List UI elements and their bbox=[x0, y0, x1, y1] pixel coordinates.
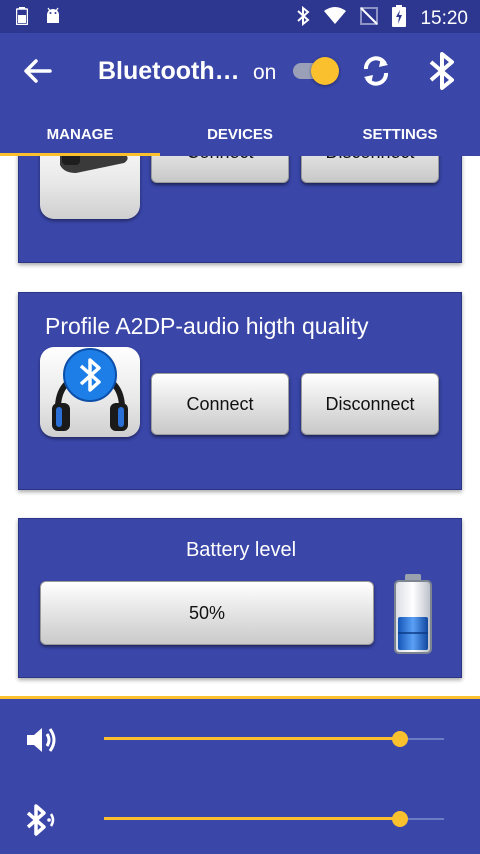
battery-level-bar: 50% bbox=[40, 581, 374, 645]
profile-card-a2dp: Profile A2DP-audio higth quality Connect… bbox=[18, 292, 462, 490]
toggle-thumb bbox=[311, 57, 339, 85]
slider-fill bbox=[104, 817, 400, 820]
battery-level-icon bbox=[391, 573, 435, 655]
android-icon bbox=[44, 7, 62, 30]
profile-card: Connect Disconnect bbox=[18, 156, 462, 263]
refresh-icon[interactable] bbox=[358, 53, 394, 89]
profile-title: Profile A2DP-audio higth quality bbox=[45, 313, 369, 339]
disconnect-button[interactable]: Disconnect bbox=[301, 156, 439, 183]
bluetooth-headphones-icon bbox=[40, 347, 140, 437]
speaker-icon[interactable] bbox=[24, 722, 60, 758]
bluetooth-power-toggle[interactable] bbox=[291, 57, 339, 85]
volume-slider[interactable] bbox=[104, 730, 444, 750]
manage-content[interactable]: Connect Disconnect Profile A2DP-audio hi… bbox=[0, 156, 480, 696]
headset-icon bbox=[40, 156, 140, 219]
app-title: Bluetooth… bbox=[98, 57, 240, 85]
tab-devices[interactable]: DEVICES bbox=[160, 126, 320, 143]
slider-thumb[interactable] bbox=[391, 811, 408, 827]
tab-manage[interactable]: MANAGE bbox=[0, 126, 160, 143]
tab-bar: MANAGE DEVICES SETTINGS bbox=[0, 113, 480, 156]
bluetooth-audio-icon[interactable] bbox=[24, 802, 60, 838]
status-bar: 15:20 bbox=[0, 0, 480, 33]
battery-level-value: 50% bbox=[188, 602, 226, 623]
back-arrow-icon[interactable] bbox=[20, 53, 56, 89]
battery-icon bbox=[15, 7, 29, 30]
bluetooth-icon bbox=[296, 5, 310, 31]
tab-settings[interactable]: SETTINGS bbox=[320, 126, 480, 143]
wifi-icon bbox=[324, 7, 347, 30]
bluetooth-volume-slider[interactable] bbox=[104, 810, 444, 830]
connect-button[interactable]: Connect bbox=[151, 156, 289, 183]
power-label: on bbox=[253, 61, 277, 84]
clock: 15:20 bbox=[420, 7, 468, 29]
battery-card: Battery level 50% bbox=[18, 518, 462, 678]
audio-controls bbox=[0, 696, 480, 854]
slider-thumb[interactable] bbox=[391, 731, 408, 747]
no-sim-icon bbox=[360, 7, 379, 30]
bottom-divider bbox=[0, 696, 480, 699]
disconnect-button[interactable]: Disconnect bbox=[301, 373, 439, 435]
slider-fill bbox=[104, 737, 400, 740]
bluetooth-icon[interactable] bbox=[426, 51, 458, 91]
connect-button[interactable]: Connect bbox=[151, 373, 289, 435]
charging-battery-icon bbox=[392, 5, 407, 32]
battery-title: Battery level bbox=[185, 539, 297, 561]
app-bar: Bluetooth… on MANAGE DEVICES SETTINGS bbox=[0, 33, 480, 156]
